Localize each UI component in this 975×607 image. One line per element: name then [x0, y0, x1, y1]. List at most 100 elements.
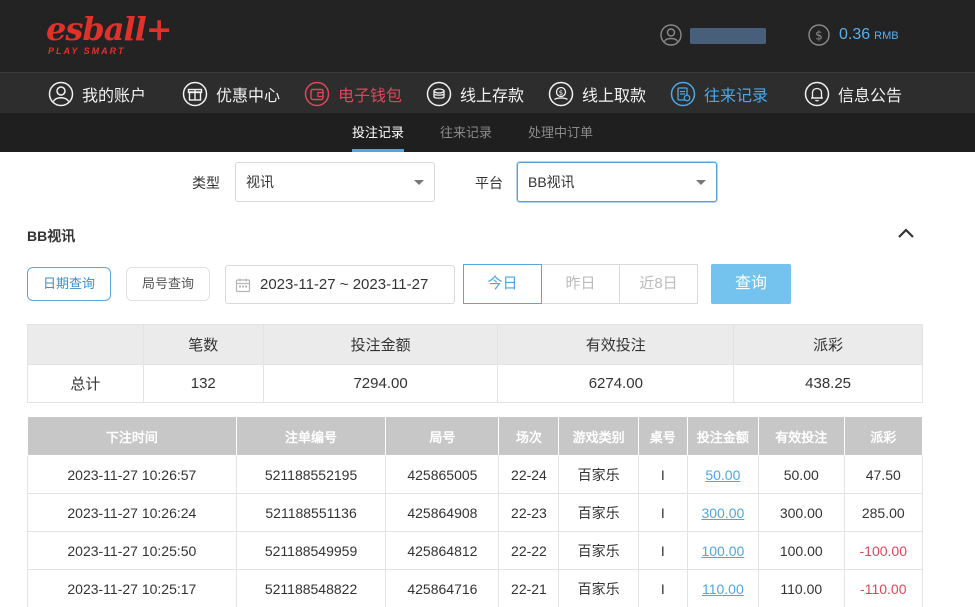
table-row: 2023-11-27 10:25:17 521188548822 4258647… [27, 569, 924, 607]
nav-label: 信息公告 [838, 87, 903, 105]
cell-bet: 110.00 [686, 569, 760, 607]
cell-payout: -100.00 [843, 531, 924, 570]
cell-game: 百家乐 [558, 531, 639, 570]
cell-table: I [637, 531, 688, 570]
bet-records-table: 下注时间 注单编号 局号 场次 游戏类别 桌号 投注金额 有效投注 派彩 202… [27, 416, 924, 607]
column-header-table[interactable]: 桌号 [637, 416, 688, 456]
logo-text: esball+ [46, 10, 173, 48]
column-header-time[interactable]: 下注时间 [27, 416, 237, 456]
summary-table: 笔数 投注金额 有效投注 派彩 总计 132 7294.00 6274.00 4… [27, 324, 923, 403]
column-header-order[interactable]: 注单编号 [235, 416, 387, 456]
date-range-value: 2023-11-27 ~ 2023-11-27 [260, 276, 429, 293]
currency-unit: RMB [874, 30, 899, 42]
cell-order: 521188549959 [235, 531, 387, 570]
cell-payout: 47.50 [843, 455, 924, 494]
nav-item-announcements[interactable]: 信息公告 [804, 73, 902, 114]
column-header-valid[interactable]: 有效投注 [758, 416, 845, 456]
nav-item-my-account[interactable]: 我的账户 [48, 73, 146, 114]
summary-header-row: 笔数 投注金额 有效投注 派彩 [27, 324, 923, 365]
logo-tagline: PLAY SMART [48, 46, 126, 56]
summary-bet-amount: 7294.00 [262, 364, 499, 403]
tab-bet-records[interactable]: 投注记录 [352, 113, 405, 152]
cell-bet: 50.00 [686, 455, 760, 494]
summary-total-row: 总计 132 7294.00 6274.00 438.25 [27, 364, 923, 403]
cell-session: 22-22 [498, 531, 560, 570]
nav-label: 往来记录 [704, 87, 769, 105]
user-avatar-icon[interactable] [660, 24, 682, 46]
user-icon [48, 81, 74, 106]
wallet-icon [304, 81, 330, 106]
nav-label: 我的账户 [82, 87, 147, 105]
date-range-input[interactable]: 2023-11-27 ~ 2023-11-27 [225, 265, 455, 304]
table-row: 2023-11-27 10:26:24 521188551136 4258649… [27, 493, 924, 532]
nav-label: 线上存款 [460, 87, 525, 105]
type-select[interactable]: 视讯 [235, 162, 435, 202]
nav-item-online-withdraw[interactable]: $ 线上取款 [548, 73, 646, 114]
nav-item-transaction-records[interactable]: 往来记录 [670, 73, 768, 114]
platform-select[interactable]: BB视讯 [517, 162, 717, 202]
tab-pending-orders[interactable]: 处理中订单 [528, 113, 593, 152]
column-header-payout[interactable]: 派彩 [843, 416, 924, 456]
bet-detail-link[interactable]: 300.00 [701, 505, 744, 521]
nav-label: 线上取款 [582, 87, 647, 105]
tab-transaction-records[interactable]: 往来记录 [440, 113, 492, 152]
nav-label: 优惠中心 [216, 87, 281, 105]
bell-icon [804, 81, 830, 106]
section-title: BB视讯 [27, 228, 76, 244]
brand-logo[interactable]: esball+ PLAY SMART [46, 12, 173, 58]
cell-time: 2023-11-27 10:26:24 [27, 493, 237, 532]
summary-header-cell: 投注金额 [262, 324, 499, 365]
nav-item-online-deposit[interactable]: 线上存款 [426, 73, 524, 114]
platform-label: 平台 [475, 175, 503, 191]
records-header-row: 下注时间 注单编号 局号 场次 游戏类别 桌号 投注金额 有效投注 派彩 [27, 416, 924, 456]
platform-select-value: BB视讯 [528, 174, 575, 190]
cell-session: 22-24 [498, 455, 560, 494]
round-query-button[interactable]: 局号查询 [126, 267, 210, 301]
svg-text:$: $ [815, 29, 823, 43]
cell-game: 百家乐 [558, 493, 639, 532]
gift-icon [182, 81, 208, 106]
bet-detail-link[interactable]: 110.00 [702, 581, 744, 597]
table-row: 2023-11-27 10:26:57 521188552195 4258650… [27, 455, 924, 494]
records-icon [670, 81, 696, 106]
cell-time: 2023-11-27 10:26:57 [27, 455, 237, 494]
bet-detail-link[interactable]: 50.00 [705, 467, 740, 483]
summary-row-label: 总计 [27, 364, 144, 403]
cell-valid: 300.00 [758, 493, 845, 532]
coin-icon: $ [808, 24, 830, 46]
cell-session: 22-21 [498, 569, 560, 607]
cell-game: 百家乐 [558, 455, 639, 494]
cell-session: 22-23 [498, 493, 560, 532]
cell-order: 521188551136 [235, 493, 387, 532]
cell-round: 425864716 [385, 569, 500, 607]
chevron-up-icon[interactable] [895, 224, 917, 242]
nav-item-e-wallet[interactable]: 电子钱包 [304, 73, 402, 114]
column-header-bet[interactable]: 投注金额 [686, 416, 760, 456]
column-header-session[interactable]: 场次 [498, 416, 560, 456]
range-today-button[interactable]: 今日 [463, 264, 542, 304]
cell-bet: 300.00 [686, 493, 760, 532]
date-query-button[interactable]: 日期查询 [27, 267, 111, 301]
range-last-8-days-button[interactable]: 近8日 [619, 264, 698, 304]
nav-label: 电子钱包 [338, 87, 403, 105]
cell-table: I [637, 493, 688, 532]
withdraw-icon: $ [548, 81, 574, 106]
cell-order: 521188548822 [235, 569, 387, 607]
cell-payout: -110.00 [843, 569, 924, 607]
chevron-down-icon [696, 180, 706, 185]
table-row: 2023-11-27 10:25:50 521188549959 4258648… [27, 531, 924, 570]
column-header-game[interactable]: 游戏类别 [558, 416, 639, 456]
cell-round: 425864908 [385, 493, 500, 532]
cell-round: 425865005 [385, 455, 500, 494]
range-yesterday-button[interactable]: 昨日 [541, 264, 620, 304]
cell-valid: 50.00 [758, 455, 845, 494]
column-header-round[interactable]: 局号 [385, 416, 500, 456]
summary-valid-bet: 6274.00 [497, 364, 735, 403]
bet-detail-link[interactable]: 100.00 [701, 543, 744, 559]
cell-order: 521188552195 [235, 455, 387, 494]
top-bar: esball+ PLAY SMART $ 0.36 RMB [0, 0, 975, 72]
query-button[interactable]: 查询 [711, 264, 791, 304]
cell-round: 425864812 [385, 531, 500, 570]
nav-item-promotions[interactable]: 优惠中心 [182, 73, 280, 114]
deposit-icon [426, 81, 452, 106]
